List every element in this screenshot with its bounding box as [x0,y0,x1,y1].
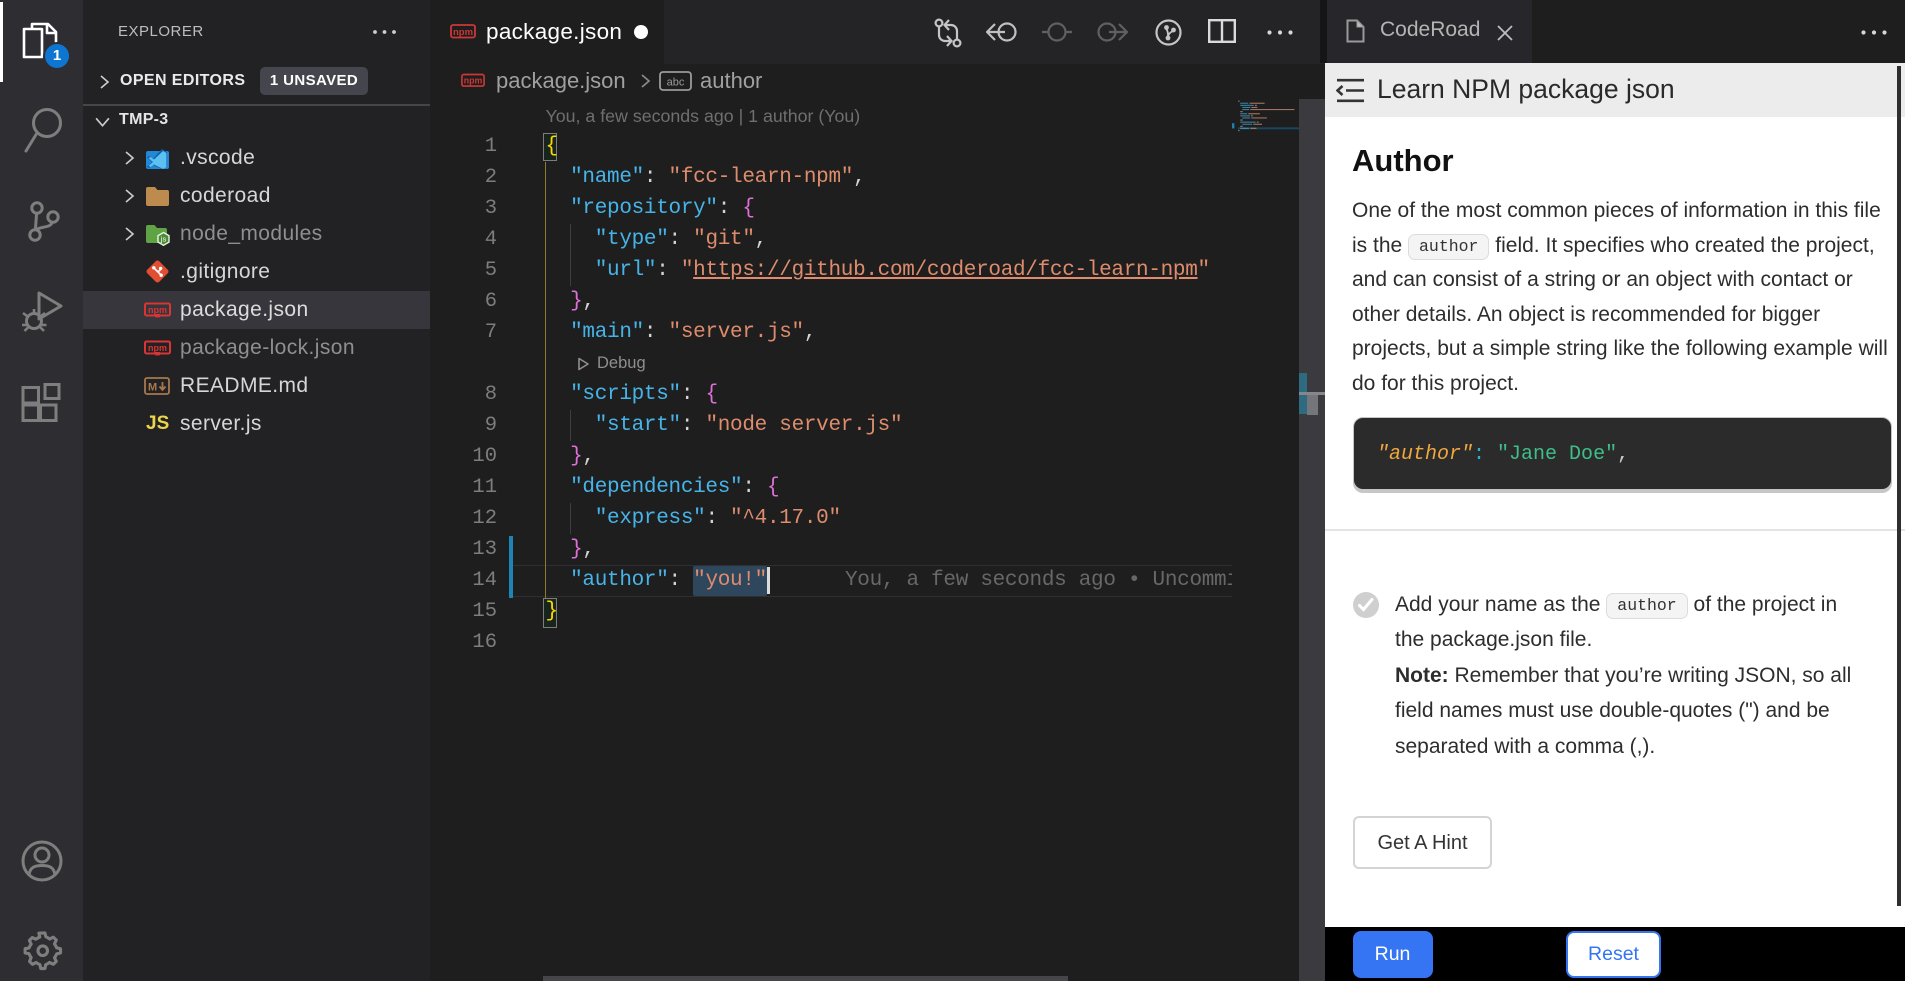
svg-text:npm: npm [148,305,167,315]
svg-text:npm: npm [453,27,473,38]
svg-text:npm: npm [464,76,483,86]
svg-text:js: js [160,235,167,244]
svg-text:npm: npm [148,343,167,353]
svg-text:M: M [148,382,157,394]
svg-text:abc: abc [667,77,685,89]
